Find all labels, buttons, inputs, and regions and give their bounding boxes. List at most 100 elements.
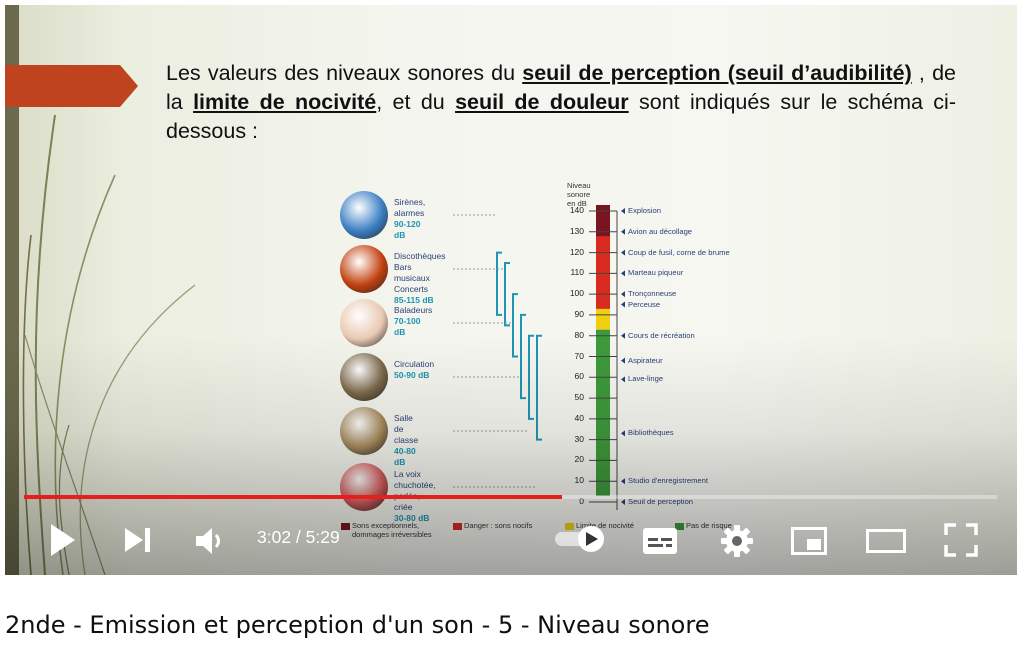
event-label: Aspirateur — [628, 355, 663, 365]
scale-tick-label: 10 — [574, 475, 584, 486]
scale-tick-label: 110 — [570, 267, 584, 278]
legend-label-second-line: dommages irréversibles — [352, 530, 432, 539]
category-range-bracket — [504, 261, 510, 327]
category-range: 40-80 dB — [394, 446, 416, 467]
time-separator: / — [291, 527, 306, 547]
category-text: Circulation 50-90 dB — [394, 359, 434, 381]
text-part: Les valeurs des niveaux sonores du — [166, 61, 523, 85]
current-time: 3:02 — [257, 527, 292, 547]
event-pointer — [621, 291, 625, 298]
category-label: La voix chuchotée, — [394, 469, 436, 490]
concert-icon — [340, 245, 388, 293]
legend-swatch — [341, 522, 350, 530]
category-label: Circulation — [394, 359, 435, 369]
event-label: Cours de récréation — [628, 330, 695, 340]
scale-tick-label: 140 — [569, 205, 584, 215]
event-label: Explosion — [628, 206, 661, 215]
text-part: , et du — [376, 90, 456, 114]
scale-title: Niveau sonore en dB — [567, 181, 591, 208]
scale-tick-label: 20 — [574, 454, 584, 465]
category-range: 90-120 dB — [394, 219, 421, 240]
category-label: Bars musicaux — [394, 262, 430, 283]
category-range-bracket — [520, 313, 526, 400]
legend-item: Sons exceptionnels, dommages irréversible… — [341, 521, 432, 539]
event-pointer — [621, 208, 625, 214]
category-label: Concerts — [394, 284, 429, 294]
siren-icon — [340, 191, 388, 239]
category-text: Discothèques Bars musicaux Concerts 85-115 … — [394, 251, 446, 306]
category-label: Salle de classe — [394, 413, 419, 445]
event-label: Lave-linge — [628, 374, 664, 384]
category-label: Discothèques — [394, 251, 446, 261]
event-pointer — [621, 301, 625, 308]
legend-label: Danger : sons nocifs — [464, 521, 533, 530]
classroom-icon — [340, 407, 388, 455]
event-pointer — [621, 249, 625, 256]
scale-tick-label: 30 — [574, 433, 584, 444]
time-display: 3:02 / 5:29 — [257, 527, 340, 548]
event-pointer — [621, 357, 625, 364]
legend-item: Danger : sons nocifs — [453, 521, 532, 530]
term-limite-nocivite: limite de nocivité — [193, 90, 377, 114]
mouth-icon — [340, 463, 388, 511]
subtitles-icon[interactable] — [641, 525, 679, 557]
category-text: Baladeurs 70-100 dB — [394, 305, 432, 338]
scale-bar-segment — [596, 308, 610, 330]
event-pointer — [621, 376, 625, 383]
scale-tick-label: 90 — [574, 308, 584, 319]
legend-swatch — [453, 522, 462, 530]
category-text: Salle de classe 40-80 dB — [394, 413, 418, 468]
term-seuil-douleur: seuil de douleur — [455, 90, 629, 114]
next-icon[interactable] — [123, 526, 153, 554]
miniplayer-icon[interactable] — [790, 525, 828, 557]
scale-tick-label: 70 — [574, 350, 584, 361]
category-text: Sirènes, alarmes 90-120 dB — [394, 197, 425, 241]
event-label: Tronçonneuse — [628, 289, 677, 299]
gear-icon[interactable] — [719, 523, 755, 559]
duration: 5:29 — [305, 527, 340, 547]
category-range-bracket — [496, 251, 502, 316]
event-pointer — [621, 270, 625, 277]
term-seuil-perception: seuil de perception (seuil d’audibilité) — [522, 61, 912, 85]
fullscreen-icon[interactable] — [943, 522, 979, 558]
progress-played — [24, 495, 563, 499]
event-label: Perceuse — [628, 299, 661, 309]
slide: Les valeurs des niveaux sonores du seuil… — [5, 5, 1017, 575]
progress-bar[interactable] — [24, 495, 997, 499]
scale-tick-label: 130 — [569, 225, 584, 236]
category-range-bracket — [536, 334, 542, 441]
play-icon[interactable] — [49, 523, 77, 557]
volume-icon[interactable] — [194, 525, 228, 557]
scale-tick-label: 50 — [574, 392, 584, 403]
traffic-icon — [340, 353, 388, 401]
event-label: Marteau piqueur — [628, 268, 684, 278]
theater-icon[interactable] — [865, 525, 907, 557]
slide-arrow-shape — [5, 65, 138, 107]
scale-tick-label: 100 — [569, 288, 584, 299]
video-player[interactable]: Les valeurs des niveaux sonores du seuil… — [5, 5, 1017, 575]
category-range-bracket — [528, 334, 534, 420]
earphone-icon — [340, 299, 388, 347]
category-range: 70-100 dB — [394, 316, 421, 337]
event-pointer — [621, 332, 625, 339]
event-label: Avion au décollage — [628, 226, 693, 236]
scale-tick-label: 120 — [569, 246, 584, 257]
event-label: Bibliothèques — [628, 428, 674, 438]
event-pointer — [621, 228, 625, 235]
scale-bar-segment — [596, 236, 610, 309]
event-label: Coup de fusil, corne de brume — [628, 247, 730, 257]
category-range: 50-90 dB — [394, 370, 430, 380]
event-label: Studio d'enregistrement — [628, 476, 708, 486]
legend-label: Sons exceptionnels, — [352, 521, 420, 530]
scale-tick-label: 40 — [574, 412, 584, 423]
event-pointer — [621, 430, 625, 437]
category-range-bracket — [512, 293, 518, 358]
scale-bar-segment — [596, 329, 610, 496]
category-label: Sirènes, alarmes — [394, 197, 426, 218]
category-label: Baladeurs — [394, 305, 433, 315]
video-title: 2nde - Emission et perception d'un son -… — [5, 611, 710, 639]
slide-heading-text: Les valeurs des niveaux sonores du seuil… — [166, 59, 956, 146]
event-pointer — [621, 499, 625, 505]
autoplay-toggle[interactable] — [553, 523, 607, 553]
scale-tick-label: 60 — [574, 371, 584, 382]
